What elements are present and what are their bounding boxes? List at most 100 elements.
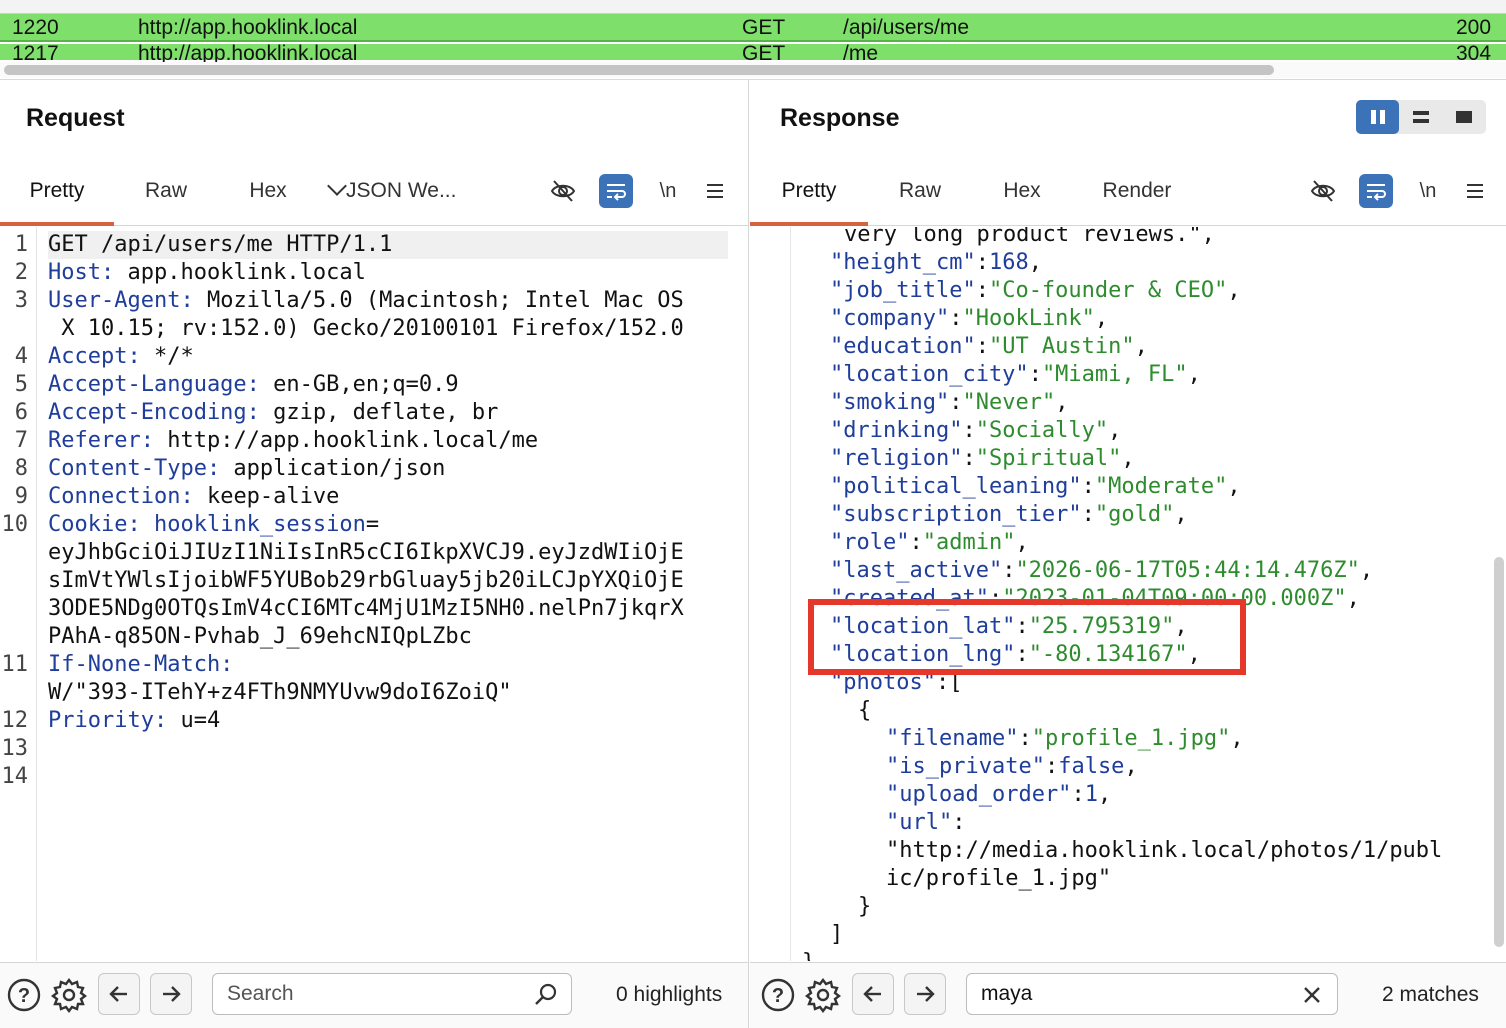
layout-toggle [1356, 100, 1486, 134]
response-pane: Response Pretty Raw Hex Render \n very l… [750, 80, 1506, 1028]
json-line: "filename":"profile_1.jpg", [886, 726, 1244, 751]
menu-icon[interactable] [1458, 174, 1492, 208]
wrap-lines-icon[interactable] [1359, 174, 1393, 208]
request-pane: Request Pretty Raw Hex JSON We... \n 1 2… [0, 80, 749, 1028]
forward-button[interactable] [904, 973, 946, 1015]
line-number: 3 [14, 288, 28, 313]
response-vertical-scrollbar[interactable] [1494, 557, 1504, 947]
cookie-line: Cookie: hooklink_session= [48, 512, 380, 537]
request-footer: ? 0 highlights [0, 962, 748, 1028]
svg-text:?: ? [772, 985, 784, 1007]
request-search-box [212, 973, 572, 1015]
line-number: 8 [14, 456, 28, 481]
svg-text:?: ? [18, 985, 30, 1007]
line-number: 12 [1, 708, 29, 733]
gear-icon[interactable] [805, 977, 841, 1013]
layout-columns-icon[interactable] [1356, 100, 1400, 134]
json-line: "role":"admin", [830, 530, 1029, 555]
help-icon[interactable]: ? [760, 977, 796, 1013]
json-line: ic/profile_1.jpg" [886, 866, 1112, 891]
hide-eye-icon[interactable] [546, 174, 580, 208]
newline-label: \n [1419, 179, 1437, 202]
forward-button[interactable] [150, 973, 192, 1015]
menu-icon[interactable] [698, 174, 732, 208]
search-input[interactable] [227, 980, 507, 1008]
history-method: GET [742, 16, 786, 39]
line-number: 13 [1, 736, 29, 761]
json-line: "political_leaning":"Moderate", [830, 474, 1241, 499]
newline-toggle[interactable]: \n [651, 174, 685, 208]
request-editor[interactable]: 1 2 3 4 5 6 7 8 9 10 11 12 13 14 GET /ap… [0, 227, 748, 961]
json-line: "height_cm":168, [830, 250, 1042, 275]
json-line: "drinking":"Socially", [830, 418, 1122, 443]
line-number: 6 [14, 400, 28, 425]
header-line: Accept-Language: en-GB,en;q=0.9 [48, 372, 459, 397]
wrap-lines-icon[interactable] [599, 174, 633, 208]
help-icon[interactable]: ? [6, 977, 42, 1013]
header-line: Host: app.hooklink.local [48, 260, 366, 285]
line-number: 11 [1, 652, 29, 677]
header-line: Referer: http://app.hooklink.local/me [48, 428, 539, 453]
history-table: 1220 http://app.hooklink.local GET /api/… [0, 0, 1506, 80]
json-line: "religion":"Spiritual", [830, 446, 1135, 471]
json-line: "url": [886, 810, 966, 835]
line-number: 5 [14, 372, 28, 397]
search-icon[interactable] [533, 982, 559, 1008]
line-number: 14 [1, 764, 29, 789]
back-button[interactable] [98, 973, 140, 1015]
json-line: "smoking":"Never", [830, 390, 1069, 415]
request-line: GET /api/users/me HTTP/1.1 [48, 231, 728, 259]
layout-single-icon[interactable] [1443, 100, 1486, 134]
json-line: } [858, 894, 872, 919]
line-number: 1 [14, 232, 28, 257]
highlights-count: 0 highlights [616, 983, 723, 1006]
chevron-down-icon [327, 176, 347, 196]
newline-label: \n [659, 179, 677, 202]
layout-rows-icon[interactable] [1399, 100, 1442, 134]
tab-json-web-tokens[interactable]: JSON We... [327, 168, 470, 226]
tab-hex[interactable]: Hex [230, 168, 306, 226]
cookie-value: sImVtYWlsIjoibWF5YUBob29rbGluay5jb20iLCJ… [48, 568, 684, 593]
cookie-value: PAhA-q85ON-Pvhab_J_69ehcNIQpLZbc [48, 624, 472, 649]
clear-icon[interactable] [1299, 982, 1325, 1008]
json-line: "education":"UT Austin", [830, 334, 1148, 359]
response-tabs: Pretty Raw Hex Render \n [750, 168, 1506, 226]
hide-eye-icon[interactable] [1306, 174, 1340, 208]
history-row-selected[interactable]: 1220 http://app.hooklink.local GET /api/… [0, 14, 1506, 42]
line-number: 4 [14, 344, 28, 369]
header-line-wrap: W/"393-ITehY+z4FTh9NMYUvw9doI6ZoiQ" [48, 680, 512, 705]
header-line-wrap: X 10.15; rv:152.0) Gecko/20100101 Firefo… [48, 316, 684, 341]
history-header-edge [0, 0, 1506, 14]
history-status: 200 [1456, 16, 1492, 39]
header-line: If-None-Match: [48, 652, 234, 677]
response-title: Response [780, 104, 900, 132]
tab-pretty[interactable]: Pretty [750, 168, 868, 226]
line-number: 2 [14, 260, 28, 285]
request-tabs: Pretty Raw Hex JSON We... \n [0, 168, 748, 226]
history-id: 1220 [12, 16, 59, 39]
tab-pretty[interactable]: Pretty [0, 168, 114, 226]
line-gutter: 1 2 3 4 5 6 7 8 9 10 11 12 13 14 [0, 227, 37, 961]
back-button[interactable] [852, 973, 894, 1015]
search-input[interactable] [981, 980, 1261, 1008]
history-host: http://app.hooklink.local [138, 16, 358, 39]
indent-guide [790, 227, 791, 961]
tab-raw[interactable]: Raw [126, 168, 206, 226]
tab-raw[interactable]: Raw [880, 168, 960, 226]
newline-toggle[interactable]: \n [1411, 174, 1445, 208]
highlight-annotation-box [808, 599, 1246, 675]
json-line: "upload_order":1, [886, 782, 1112, 807]
response-editor[interactable]: very long product reviews.", "height_cm"… [750, 227, 1506, 961]
tab-hex[interactable]: Hex [984, 168, 1060, 226]
request-title: Request [26, 104, 125, 132]
matches-count: 2 matches [1382, 983, 1479, 1006]
header-line: Content-Type: application/json [48, 456, 446, 481]
history-row[interactable]: 1217 http://app.hooklink.local GET /me 3… [0, 42, 1506, 65]
scrollbar-thumb[interactable] [4, 65, 1274, 75]
history-horizontal-scrollbar[interactable] [0, 62, 1506, 78]
tab-render[interactable]: Render [1092, 168, 1182, 226]
gear-icon[interactable] [51, 977, 87, 1013]
json-line: "company":"HookLink", [830, 306, 1109, 331]
line-number: 9 [14, 484, 28, 509]
header-line: Accept-Encoding: gzip, deflate, br [48, 400, 499, 425]
